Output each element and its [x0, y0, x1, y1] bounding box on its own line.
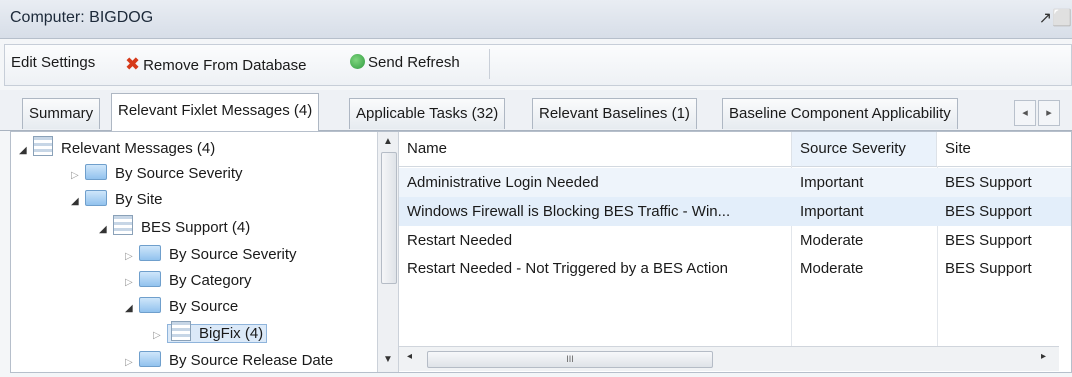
remove-icon: ✖	[125, 54, 141, 74]
send-refresh-label: Send Refresh	[368, 54, 460, 71]
tree-item-label: By Site	[115, 191, 163, 208]
folder-icon	[139, 271, 161, 287]
cell-site: BES Support	[945, 232, 1032, 249]
send-refresh-button[interactable]: Send Refresh	[350, 54, 460, 71]
toolbar-divider	[489, 49, 490, 79]
scrollbar-thumb[interactable]	[381, 152, 397, 284]
tree-item-label: By Source Severity	[169, 246, 297, 263]
undock-icon[interactable]: ↗⬜	[1039, 8, 1072, 28]
tab-baseline-component-applicability[interactable]: Baseline Component Applicability	[722, 98, 958, 129]
column-label: Site	[945, 140, 971, 157]
tree-item-label: By Category	[169, 272, 252, 289]
list-icon	[113, 215, 133, 235]
tree-item-by-source-severity[interactable]: ▷ By Source Severity	[71, 161, 243, 187]
folder-icon	[139, 245, 161, 261]
cell-severity: Moderate	[800, 260, 864, 277]
list-header: Name Source Severity Site	[399, 132, 1071, 167]
table-row[interactable]: Administrative Login Needed Important BE…	[399, 168, 1071, 197]
tree-item-by-category[interactable]: ▷ By Category	[125, 268, 252, 294]
tree-item-label: BigFix (4)	[199, 325, 264, 342]
tree-item-label: By Source Severity	[115, 165, 243, 182]
tree-item-label: By Source Release Date	[169, 352, 334, 369]
table-row[interactable]: Restart Needed Moderate BES Support	[399, 226, 1071, 255]
window-title: Computer: BIGDOG	[10, 9, 154, 26]
scroll-down-icon[interactable]: ▼	[378, 354, 398, 365]
cell-site: BES Support	[945, 174, 1032, 191]
tree-item-by-source-severity[interactable]: ▷ By Source Severity	[125, 242, 297, 268]
content-area: ◢ Relevant Messages (4) ▷ By Source Severi…	[10, 131, 1072, 373]
tree-item-by-source[interactable]: ◢ By Source	[125, 294, 238, 320]
tree-item-relevant-messages[interactable]: ◢ Relevant Messages (4)	[19, 136, 215, 162]
refresh-icon	[350, 54, 365, 69]
message-tree: ◢ Relevant Messages (4) ▷ By Source Severi…	[11, 132, 377, 372]
remove-label: Remove From Database	[143, 57, 307, 74]
cell-severity: Important	[800, 174, 864, 191]
expanded-arrow-icon[interactable]: ◢	[19, 138, 33, 164]
expanded-arrow-icon[interactable]: ◢	[125, 296, 139, 322]
edit-settings-label: Edit Settings	[11, 54, 96, 71]
column-header-site[interactable]: Site	[937, 132, 1071, 166]
cell-site: BES Support	[945, 260, 1032, 277]
collapsed-arrow-icon[interactable]: ▷	[125, 350, 139, 372]
scrollbar-thumb[interactable]: III	[427, 351, 713, 368]
toolbar: Edit Settings ✖ Remove From Database Send…	[4, 44, 1072, 86]
folder-icon	[85, 190, 107, 206]
expanded-arrow-icon[interactable]: ◢	[71, 189, 85, 215]
scroll-up-icon[interactable]: ▲	[378, 136, 398, 147]
cell-name: Windows Firewall is Blocking BES Traffic…	[407, 203, 731, 220]
tab-summary[interactable]: Summary	[22, 98, 101, 129]
cell-name: Administrative Login Needed	[407, 174, 599, 191]
cell-severity: Important	[800, 203, 864, 220]
tab-strip: Summary Relevant Fixlet Messages (4) App…	[0, 90, 1072, 131]
column-header-source-severity[interactable]: Source Severity	[792, 132, 937, 166]
list-icon	[33, 136, 53, 156]
collapsed-arrow-icon[interactable]: ▷	[125, 244, 139, 270]
scroll-right-icon[interactable]: ▸	[1041, 351, 1046, 362]
collapsed-arrow-icon[interactable]: ▷	[71, 163, 85, 189]
tab-label: Applicable Tasks (32)	[356, 105, 499, 122]
tab-label: Relevant Baselines (1)	[539, 105, 690, 122]
tree-vertical-scrollbar[interactable]: ▲ ▼	[377, 132, 399, 372]
tab-scroll-right-icon[interactable]: ▸	[1038, 100, 1060, 126]
folder-icon	[139, 351, 161, 367]
remove-from-database-button[interactable]: ✖ Remove From Database	[125, 54, 307, 75]
cell-name: Restart Needed - Not Triggered by a BES …	[407, 260, 728, 277]
tab-label: Relevant Fixlet Messages (4)	[118, 102, 313, 119]
tree-item-bigfix[interactable]: ▷ BigFix (4)	[153, 321, 268, 349]
title-bar: Computer: BIGDOG ↗⬜	[0, 0, 1072, 39]
column-label: Name	[407, 140, 448, 157]
collapsed-arrow-icon[interactable]: ▷	[153, 323, 167, 349]
tree-item-by-site[interactable]: ◢ By Site	[71, 187, 163, 213]
selected-node: BigFix (4)	[167, 321, 268, 343]
tree-item-bes-support[interactable]: ◢ BES Support (4)	[99, 215, 250, 241]
tree-item-label: BES Support (4)	[141, 219, 251, 236]
messages-list: Name Source Severity Site Administrative…	[399, 132, 1071, 372]
tab-applicable-tasks[interactable]: Applicable Tasks (32)	[349, 98, 506, 129]
computer-window: Computer: BIGDOG ↗⬜ Edit Settings ✖ Remov…	[0, 0, 1072, 377]
column-label: Source Severity	[800, 140, 906, 157]
column-header-name[interactable]: Name	[399, 132, 792, 166]
collapsed-arrow-icon[interactable]: ▷	[125, 270, 139, 296]
tree-item-label: By Source	[169, 298, 239, 315]
table-row[interactable]: Restart Needed - Not Triggered by a BES …	[399, 254, 1071, 283]
list-horizontal-scrollbar[interactable]: ◂ III ▸	[399, 346, 1059, 371]
tree-item-by-source-release-date[interactable]: ▷ By Source Release Date	[125, 348, 333, 372]
tab-label: Summary	[29, 105, 94, 122]
scroll-left-icon[interactable]: ◂	[407, 351, 412, 362]
folder-icon	[139, 297, 161, 313]
tree-item-label: Relevant Messages (4)	[61, 140, 216, 157]
list-icon	[171, 321, 191, 341]
tab-scroll-left-icon[interactable]: ◂	[1014, 100, 1036, 126]
tab-relevant-baselines[interactable]: Relevant Baselines (1)	[532, 98, 697, 129]
edit-settings-button[interactable]: Edit Settings	[11, 54, 95, 71]
cell-site: BES Support	[945, 203, 1032, 220]
expanded-arrow-icon[interactable]: ◢	[99, 217, 113, 243]
folder-icon	[85, 164, 107, 180]
tab-label: Baseline Component Applicability	[729, 105, 951, 122]
cell-severity: Moderate	[800, 232, 864, 249]
cell-name: Restart Needed	[407, 232, 513, 249]
table-row[interactable]: Windows Firewall is Blocking BES Traffic…	[399, 197, 1071, 226]
tab-relevant-fixlet-messages[interactable]: Relevant Fixlet Messages (4)	[111, 93, 320, 131]
